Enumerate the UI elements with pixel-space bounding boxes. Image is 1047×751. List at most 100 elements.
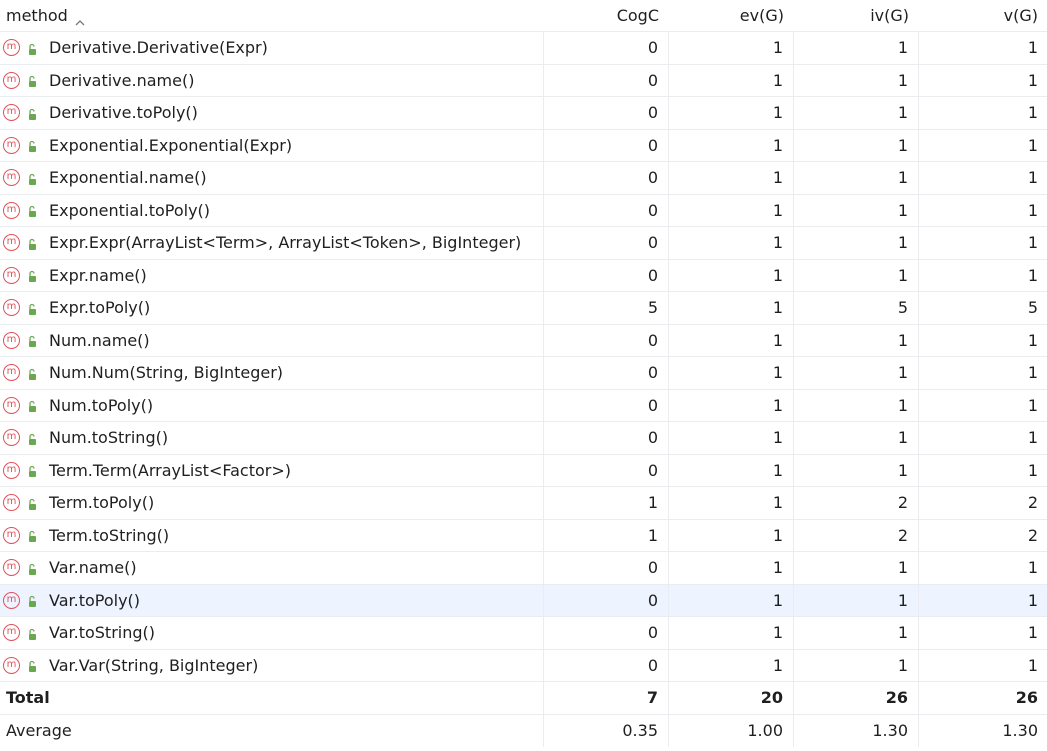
table-row[interactable]: m Exponential.name() 0 1 1 1 xyxy=(0,162,1047,195)
table-row[interactable]: m Derivative.name() 0 1 1 1 xyxy=(0,64,1047,97)
method-icon: m xyxy=(3,364,20,382)
public-lock-icon xyxy=(25,106,39,120)
cogc-value: 0 xyxy=(544,32,669,64)
method-cell: m Num.name() xyxy=(0,324,544,356)
table-row[interactable]: m Num.toPoly() 0 1 1 1 xyxy=(0,389,1047,422)
method-name: Num.toPoly() xyxy=(49,395,154,415)
ev-value: 1 xyxy=(669,454,794,486)
method-name: Expr.name() xyxy=(49,265,147,285)
column-header-ev[interactable]: ev(G) xyxy=(669,0,794,31)
public-lock-icon xyxy=(25,41,39,55)
ev-value: 1 xyxy=(669,129,794,161)
method-icon: m xyxy=(3,526,20,544)
table-row[interactable]: m Var.toPoly() 0 1 1 1 xyxy=(0,584,1047,617)
iv-value: 1 xyxy=(794,194,919,226)
cogc-value: 0 xyxy=(544,194,669,226)
cogc-value: 0 xyxy=(544,454,669,486)
method-name: Exponential.name() xyxy=(49,168,207,188)
method-name: Num.toString() xyxy=(49,428,169,448)
table-row[interactable]: m Derivative.Derivative(Expr) 0 1 1 1 xyxy=(0,32,1047,65)
column-header-cogc[interactable]: CogC xyxy=(544,0,669,31)
iv-value: 5 xyxy=(794,292,919,324)
v-value: 1 xyxy=(1027,70,1038,90)
iv-value: 1 xyxy=(794,227,919,259)
table-row[interactable]: m Expr.name() 0 1 1 1 xyxy=(0,259,1047,292)
cogc-value: 0 xyxy=(544,649,669,681)
public-lock-icon xyxy=(25,463,39,478)
table-row[interactable]: m Term.Term(ArrayList<Factor>) 0 1 1 1 xyxy=(0,454,1047,487)
method-name: Expr.toPoly() xyxy=(49,298,151,318)
method-cell: m Term.Term(ArrayList<Factor>) xyxy=(0,454,544,486)
ev-value: 1 xyxy=(669,389,794,421)
v-value: 1 xyxy=(1027,265,1038,285)
method-name: Derivative.toPoly() xyxy=(49,103,198,123)
table-row[interactable]: m Derivative.toPoly() 0 1 1 1 xyxy=(0,97,1047,130)
iv-value: 2 xyxy=(794,519,919,551)
method-cell: m Var.Var(String, BigInteger) xyxy=(0,649,544,681)
method-name: Var.toPoly() xyxy=(49,590,141,610)
cogc-value: 0 xyxy=(544,617,669,649)
column-header-iv[interactable]: iv(G) xyxy=(794,0,919,31)
public-lock-icon xyxy=(25,171,39,185)
v-value: 1 xyxy=(1027,200,1038,220)
method-name: Exponential.Exponential(Expr) xyxy=(49,135,293,155)
ev-value: 1 xyxy=(669,97,794,129)
cogc-value: 0 xyxy=(544,97,669,129)
iv-value: 1 xyxy=(794,357,919,389)
method-icon: m xyxy=(3,71,20,89)
ev-value: 1 xyxy=(669,292,794,324)
table-row[interactable]: m Num.Num(String, BigInteger) 0 1 1 1 xyxy=(0,357,1047,390)
table-row[interactable]: m Term.toPoly() 1 1 2 2 xyxy=(0,487,1047,520)
method-name: Derivative.name() xyxy=(49,70,195,90)
method-name: Term.toString() xyxy=(49,525,170,545)
sort-ascending-icon[interactable] xyxy=(75,12,85,26)
iv-value: 1 xyxy=(794,649,919,681)
column-header-v[interactable]: v(G) xyxy=(919,0,1047,31)
iv-value: 1 xyxy=(794,64,919,96)
method-cell: m Derivative.name() xyxy=(0,64,544,96)
column-header-method-label: method xyxy=(6,6,68,25)
v-value: 1 xyxy=(1027,168,1038,188)
table-row[interactable]: m Exponential.Exponential(Expr) 0 1 1 1 xyxy=(0,129,1047,162)
method-icon: m xyxy=(3,591,20,609)
method-cell: m Var.toPoly() xyxy=(0,584,544,616)
table-row[interactable]: m Var.toString() 0 1 1 1 xyxy=(0,617,1047,650)
column-header-method[interactable]: method xyxy=(0,0,544,31)
table-row[interactable]: m Num.name() 0 1 1 1 xyxy=(0,324,1047,357)
table-row[interactable]: m Var.name() 0 1 1 1 xyxy=(0,552,1047,585)
table-body: m Derivative.Derivative(Expr) 0 1 1 1 m Derivat… xyxy=(0,32,1047,682)
ev-value: 1 xyxy=(669,357,794,389)
method-cell: m Num.Num(String, BigInteger) xyxy=(0,357,544,389)
v-value: 1 xyxy=(1027,38,1038,58)
ev-value: 1 xyxy=(669,32,794,64)
iv-value: 1 xyxy=(794,617,919,649)
ev-value: 1 xyxy=(669,194,794,226)
method-name: Num.name() xyxy=(49,330,150,350)
total-iv: 26 xyxy=(794,682,919,714)
method-cell: m Term.toPoly() xyxy=(0,487,544,519)
table-row[interactable]: m Expr.Expr(ArrayList<Term>, ArrayList<To… xyxy=(0,227,1047,260)
v-value: 1 xyxy=(1027,135,1038,155)
table-row[interactable]: m Var.Var(String, BigInteger) 0 1 1 1 xyxy=(0,649,1047,682)
cogc-value: 1 xyxy=(544,487,669,519)
average-row: Average 0.35 1.00 1.30 1.30 xyxy=(0,714,1047,747)
table-row[interactable]: m Exponential.toPoly() 0 1 1 1 xyxy=(0,194,1047,227)
public-lock-icon xyxy=(25,398,39,413)
method-icon: m xyxy=(3,201,20,219)
method-icon: m xyxy=(3,169,20,187)
v-value: 1 xyxy=(1027,233,1038,253)
ev-value: 1 xyxy=(669,162,794,194)
method-icon: m xyxy=(3,656,20,674)
table-row[interactable]: m Expr.toPoly() 5 1 5 5 xyxy=(0,292,1047,325)
cogc-value: 0 xyxy=(544,129,669,161)
v-value: 2 xyxy=(1027,493,1038,513)
public-lock-icon xyxy=(25,73,39,88)
iv-value: 1 xyxy=(794,584,919,616)
public-lock-icon xyxy=(25,528,39,543)
table-row[interactable]: m Num.toString() 0 1 1 1 xyxy=(0,422,1047,455)
v-value: 5 xyxy=(1027,298,1038,318)
method-cell: m Expr.toPoly() xyxy=(0,292,544,324)
table-row[interactable]: m Term.toString() 1 1 2 2 xyxy=(0,519,1047,552)
total-label: Total xyxy=(0,682,544,714)
v-value: 1 xyxy=(1027,590,1038,610)
